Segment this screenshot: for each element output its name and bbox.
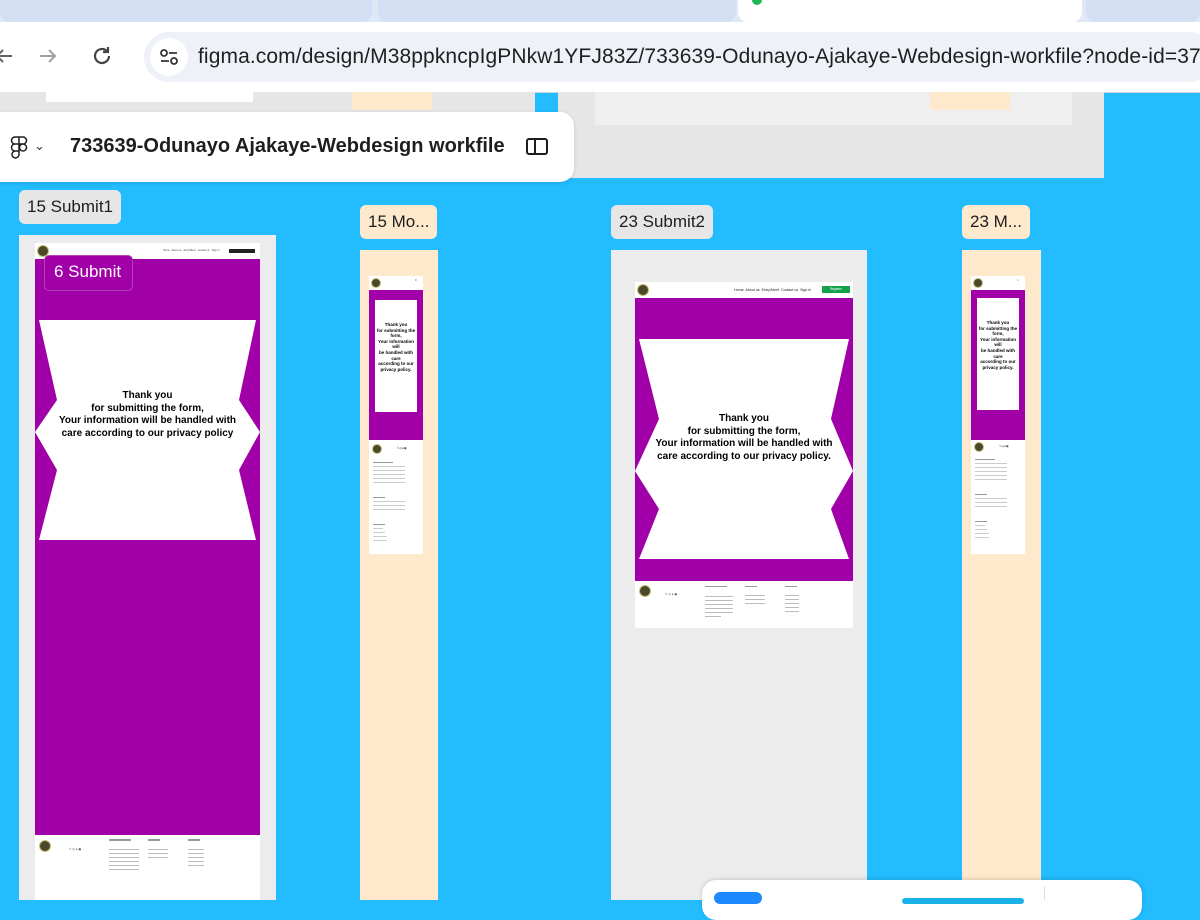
browser-tab-active[interactable]: [738, 0, 1082, 22]
section-label[interactable]: 6 Submit: [44, 255, 133, 291]
footer-col: [745, 586, 765, 604]
hero-purple: [35, 259, 260, 835]
thank-line: Your information will: [980, 336, 1016, 348]
logo-icon: [39, 840, 51, 852]
section-label-text: 6 Submit: [54, 262, 122, 281]
thank-line: Your information will be handled with: [655, 438, 833, 449]
site-header: Home About us Entry/Merit Contact us Sig…: [635, 282, 853, 298]
thank-message: Thank you for submitting the form, Your …: [35, 390, 260, 440]
thank-line: for submitting the form,: [687, 425, 801, 437]
thank-line: Your information will: [378, 338, 414, 350]
thank-line: Thank you: [718, 413, 769, 424]
thank-message: Thank you for submitting the form, Your …: [977, 320, 1019, 370]
thank-line: Your information will be handled with: [58, 415, 237, 426]
frame-submit1[interactable]: Home About us Entry/Merit Contact us Sig…: [19, 235, 276, 900]
frame-label[interactable]: 15 Mo...: [360, 205, 438, 239]
logo-icon: [371, 278, 381, 288]
thank-line: Thank you: [122, 390, 173, 401]
browser-tab-2[interactable]: [378, 0, 736, 22]
footer-list: [975, 459, 1007, 538]
footer-col: [188, 839, 204, 866]
footer-col: [705, 586, 733, 617]
sidebar-panel-icon[interactable]: [526, 138, 548, 155]
thank-line: privacy policy.: [982, 364, 1014, 370]
frame-mobile-2[interactable]: × Thank you for submitting the form, You…: [962, 250, 1041, 900]
move-tool-button[interactable]: [714, 892, 762, 904]
canvas-frame-white-strip: [46, 92, 253, 102]
frame-mobile-1[interactable]: ≡ Thank you for submitting the form, You…: [360, 250, 438, 900]
logo-icon: [974, 442, 984, 452]
thank-line: according to our: [378, 361, 414, 367]
close-icon[interactable]: ×: [1017, 278, 1019, 282]
thank-line: care according to our privacy policy.: [657, 450, 831, 462]
footer-col: [148, 839, 168, 858]
frame-label[interactable]: 23 M...: [962, 205, 1030, 239]
nav-link-entry[interactable]: Entry/Merit: [762, 288, 779, 292]
nav-links: Home About us Entry/Merit Contact us Sig…: [163, 249, 220, 252]
register-button[interactable]: Register: [822, 286, 850, 293]
social-icons: 𝕏 ◎ ● ▣: [69, 847, 82, 851]
thank-line: according to our: [980, 359, 1016, 365]
browser-tab-4[interactable]: [1086, 0, 1200, 22]
social-icons: 𝕏◎●▣: [397, 446, 407, 450]
browser-tab-1[interactable]: [0, 0, 372, 22]
toolbar-toggle[interactable]: [902, 898, 1024, 904]
nav-link-contact[interactable]: Contact us: [781, 288, 798, 292]
thank-message: Thank you for submitting the form, Your …: [375, 322, 417, 372]
thank-line: be handled with care: [980, 347, 1015, 359]
logo-icon: [639, 585, 651, 597]
canvas-frame-peach-strip-2: [930, 92, 1010, 110]
site-footer: 𝕏 ◎ ● ▣: [635, 581, 853, 628]
frame-label[interactable]: 15 Submit1: [19, 190, 121, 224]
reload-icon[interactable]: [82, 36, 122, 76]
toolbar-divider: [1044, 886, 1045, 900]
frame-label[interactable]: 23 Submit2: [611, 205, 713, 239]
canvas-frame-peach-strip: [352, 92, 432, 110]
logo-icon: [372, 444, 382, 454]
nav-link-signin[interactable]: Sign in: [800, 288, 811, 292]
arrow-left-icon[interactable]: [0, 36, 24, 76]
site-footer: 𝕏 ◎ ● ▣: [35, 835, 260, 900]
thank-line: for submitting the form,: [91, 402, 204, 414]
footer-col: [785, 586, 799, 612]
menu-icon[interactable]: ≡: [415, 278, 417, 282]
url-text[interactable]: figma.com/design/M38ppkncpIgPNkw1YFJ83Z/…: [198, 45, 1200, 69]
nav-button: [229, 249, 255, 253]
mobile-page: ≡ Thank you for submitting the form, You…: [369, 276, 423, 554]
social-icons: 𝕏 ◎ ● ▣: [665, 592, 678, 596]
file-name[interactable]: 733639-Odunayo Ajakaye-Webdesign workfil…: [70, 135, 505, 158]
thank-line: care according to our privacy policy: [61, 427, 234, 439]
tune-icon[interactable]: [150, 38, 188, 76]
nav-links: Home About us Entry/Merit Contact us Sig…: [734, 288, 811, 292]
tab-favicon-icon: [752, 0, 762, 5]
mobile-page: × Thank you for submitting the form, You…: [971, 276, 1025, 554]
footer-col: [109, 839, 139, 870]
thank-line: be handled with care: [378, 349, 413, 361]
thank-line: privacy policy.: [380, 366, 412, 372]
thank-message: Thank you for submitting the form, Your …: [635, 413, 853, 463]
chevron-down-icon[interactable]: ⌄: [34, 138, 45, 154]
nav-link-home[interactable]: Home: [734, 288, 744, 292]
footer-list: [373, 462, 405, 541]
logo-icon: [973, 278, 983, 288]
nav-link-about[interactable]: About us: [745, 288, 759, 292]
social-icons: 𝕏◎●▣: [999, 444, 1009, 448]
figma-logo-icon[interactable]: [8, 136, 30, 159]
frame-submit2[interactable]: Home About us Entry/Merit Contact us Sig…: [611, 250, 867, 900]
logo-icon: [637, 284, 649, 296]
arrow-right-icon[interactable]: [28, 36, 68, 76]
